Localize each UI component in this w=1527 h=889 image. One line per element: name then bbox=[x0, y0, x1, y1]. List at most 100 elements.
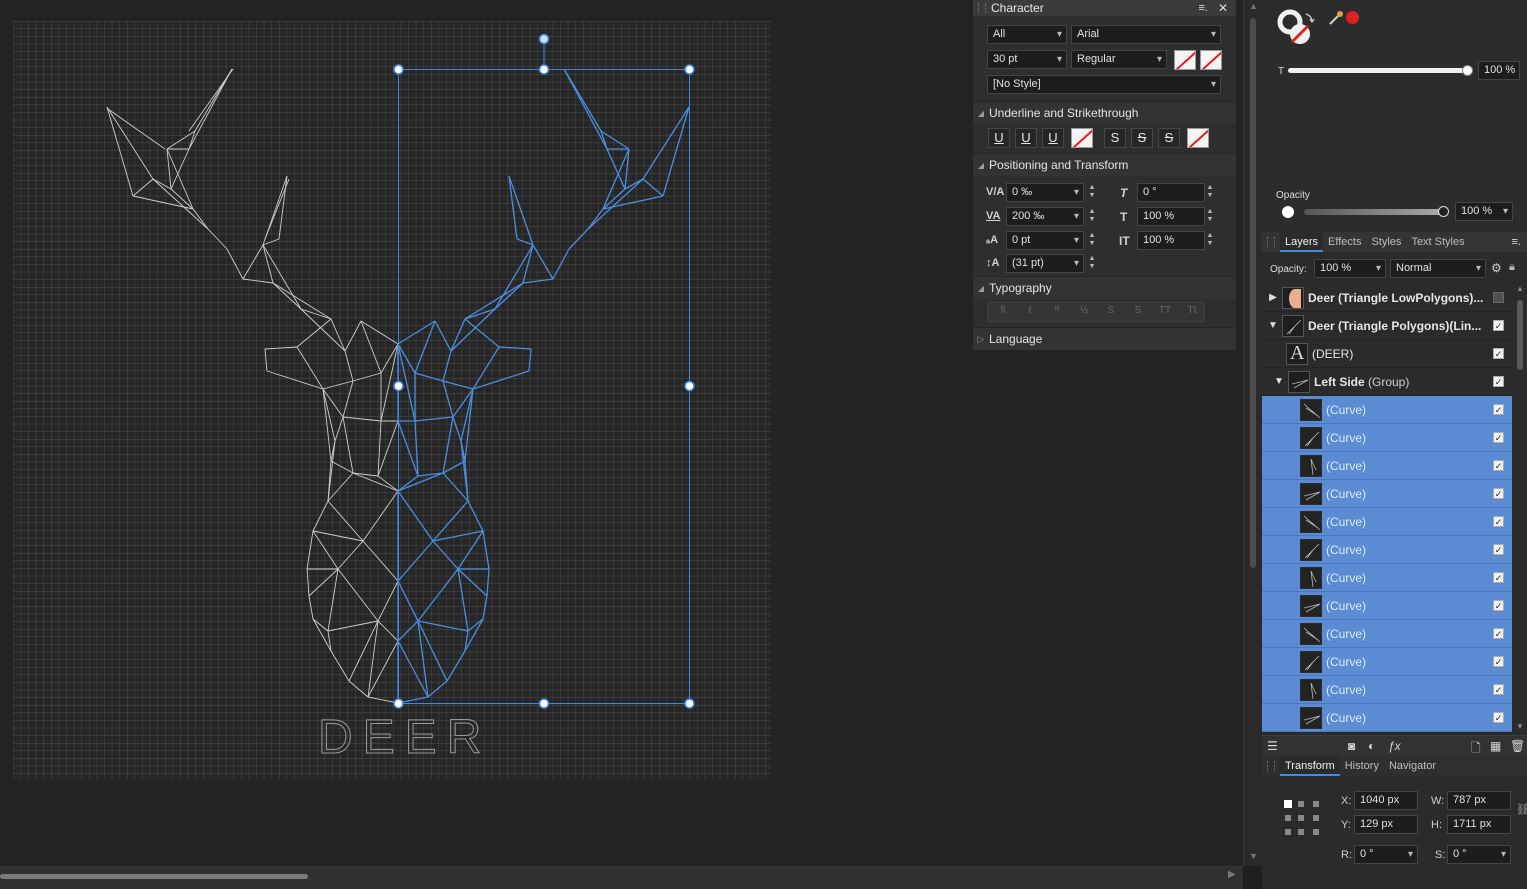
scroll-down-icon[interactable]: ▼ bbox=[1249, 851, 1258, 861]
panel-grip-icon[interactable] bbox=[1267, 237, 1275, 247]
scroll-up-icon[interactable]: ▲ bbox=[1249, 1, 1258, 11]
layer-row-curve[interactable]: (Curve) ✓ bbox=[1262, 592, 1512, 620]
panel-grip-icon[interactable] bbox=[978, 3, 986, 13]
typography-button[interactable]: Tt bbox=[1181, 305, 1203, 320]
visibility-checkbox[interactable]: ✓ bbox=[1493, 572, 1504, 583]
strikethrough-button[interactable]: S bbox=[1104, 128, 1126, 148]
typography-button[interactable]: ½ bbox=[1073, 305, 1095, 320]
typography-button[interactable]: TT bbox=[1154, 305, 1176, 320]
tint-slider-handle[interactable] bbox=[1462, 65, 1473, 76]
expand-icon[interactable]: ▶ bbox=[1264, 292, 1282, 303]
section-typography[interactable]: ◢ Typography bbox=[973, 276, 1236, 299]
lock-icon[interactable]: 🔒︎ bbox=[1509, 261, 1515, 274]
fill-stroke-swatch-icon[interactable] bbox=[1276, 8, 1322, 52]
character-panel-titlebar[interactable]: Character ≡. ✕ bbox=[973, 0, 1236, 16]
visibility-checkbox[interactable]: ✓ bbox=[1493, 376, 1504, 387]
visibility-checkbox[interactable]: ✓ bbox=[1493, 656, 1504, 667]
shear-transform-field[interactable]: 0 ° bbox=[1447, 845, 1511, 864]
mask-icon[interactable]: ◙ bbox=[1348, 739, 1355, 753]
text-fill-color-swatch[interactable] bbox=[1174, 50, 1196, 70]
horizontal-scrollbar[interactable]: ▶ bbox=[0, 866, 1243, 889]
double-strikethrough-button[interactable]: S bbox=[1131, 128, 1153, 148]
layers-scrollbar[interactable]: ▲ ▼ bbox=[1515, 284, 1525, 735]
visibility-checkbox[interactable]: ✓ bbox=[1493, 600, 1504, 611]
layer-opacity-dropdown[interactable]: 100 % bbox=[1314, 259, 1386, 278]
tint-value-field[interactable]: 100 % bbox=[1478, 61, 1520, 80]
scroll-right-icon[interactable]: ▶ bbox=[1228, 869, 1236, 880]
deer-text[interactable]: DEER bbox=[318, 711, 491, 765]
visibility-checkbox[interactable]: ✓ bbox=[1493, 544, 1504, 555]
y-field[interactable]: 129 px bbox=[1354, 815, 1418, 834]
baseline-shift-field[interactable]: 0 pt bbox=[1006, 231, 1084, 250]
layer-row[interactable]: ▼ Left Side (Group) ✓ bbox=[1262, 368, 1512, 396]
layer-row[interactable]: ▼ Deer (Triangle Polygons)(Lin... ✓ bbox=[1262, 312, 1512, 340]
tint-slider[interactable] bbox=[1288, 65, 1473, 76]
visibility-checkbox[interactable]: ✓ bbox=[1493, 516, 1504, 527]
vertical-scale-field[interactable]: 100 % bbox=[1137, 207, 1205, 226]
collapse-icon[interactable]: ▼ bbox=[1270, 376, 1288, 387]
underline-color-swatch[interactable] bbox=[1071, 128, 1093, 148]
opacity-slider[interactable] bbox=[1304, 206, 1449, 217]
layers-stack-icon[interactable]: ☰ bbox=[1267, 739, 1278, 753]
tab-layers[interactable]: Layers bbox=[1280, 232, 1324, 252]
character-style-dropdown[interactable]: [No Style] bbox=[987, 75, 1221, 94]
tab-navigator[interactable]: Navigator bbox=[1384, 756, 1441, 776]
visibility-checkbox[interactable]: ✓ bbox=[1493, 488, 1504, 499]
visibility-checkbox[interactable]: ✓ bbox=[1493, 684, 1504, 695]
gear-icon[interactable]: ⚙ bbox=[1491, 261, 1502, 275]
tab-text-styles[interactable]: Text Styles bbox=[1406, 232, 1469, 252]
current-color-swatch[interactable] bbox=[1346, 11, 1359, 24]
layer-row-curve[interactable]: (Curve) ✓ bbox=[1262, 452, 1512, 480]
artboard[interactable]: DEER bbox=[13, 21, 771, 779]
fx-icon[interactable]: ƒx bbox=[1388, 739, 1401, 753]
visibility-checkbox[interactable]: ✓ bbox=[1493, 348, 1504, 359]
panel-menu-icon[interactable]: ≡. bbox=[1198, 2, 1207, 14]
baseline-shift-spinner[interactable]: ▲ ▼ bbox=[1087, 232, 1097, 251]
kerning-field[interactable]: 200 ‰ bbox=[1006, 207, 1084, 226]
height-field[interactable]: 1711 px bbox=[1447, 815, 1511, 834]
layer-row-curve[interactable]: (Curve) ✓ bbox=[1262, 704, 1512, 732]
width-field[interactable]: 787 px bbox=[1447, 791, 1511, 810]
layer-row-curve[interactable]: (Curve) ✓ bbox=[1262, 676, 1512, 704]
anchor-point-selector[interactable] bbox=[1284, 800, 1322, 838]
color-picker-icon[interactable] bbox=[1328, 10, 1344, 26]
blend-mode-dropdown[interactable]: Normal bbox=[1390, 259, 1486, 278]
section-positioning[interactable]: ◢ Positioning and Transform bbox=[973, 153, 1236, 176]
group-icon[interactable]: ▦ bbox=[1490, 739, 1501, 753]
visibility-checkbox[interactable]: ✓ bbox=[1493, 628, 1504, 639]
typography-button[interactable]: fi bbox=[992, 305, 1014, 320]
adjustment-icon[interactable]: ◐ bbox=[1368, 739, 1375, 753]
underline-style-button[interactable]: U bbox=[1042, 128, 1064, 148]
layer-row-curve[interactable]: (Curve) ✓ bbox=[1262, 536, 1512, 564]
scroll-down-icon[interactable]: ▼ bbox=[1516, 722, 1524, 731]
vertical-scrollbar[interactable]: ▲ ▼ bbox=[1243, 0, 1262, 866]
layer-row-curve[interactable]: (Curve) ✓ bbox=[1262, 424, 1512, 452]
typography-button[interactable]: S bbox=[1127, 305, 1149, 320]
font-family-dropdown[interactable]: Arial bbox=[1071, 25, 1221, 44]
trash-icon[interactable]: 🗑︎ bbox=[1510, 739, 1525, 753]
visibility-checkbox[interactable] bbox=[1493, 292, 1504, 303]
visibility-checkbox[interactable]: ✓ bbox=[1493, 404, 1504, 415]
tab-transform[interactable]: Transform bbox=[1280, 756, 1340, 776]
section-language[interactable]: ▷ Language bbox=[973, 327, 1236, 350]
section-underline[interactable]: ◢ Underline and Strikethrough bbox=[973, 101, 1236, 124]
layer-list[interactable]: ▶ Deer (Triangle LowPolygons)... ▼ Deer (Tr… bbox=[1262, 284, 1512, 735]
layer-row-curve[interactable]: (Curve) ✓ bbox=[1262, 620, 1512, 648]
double-underline-button[interactable]: U bbox=[1015, 128, 1037, 148]
shear-field[interactable]: 0 ° bbox=[1137, 183, 1205, 202]
visibility-checkbox[interactable]: ✓ bbox=[1493, 712, 1504, 723]
font-size-field[interactable]: 30 pt bbox=[987, 50, 1067, 69]
leading-spinner[interactable]: ▲ ▼ bbox=[1087, 255, 1097, 274]
scope-dropdown[interactable]: All bbox=[987, 25, 1067, 44]
layer-row-curve[interactable]: (Curve) ✓ bbox=[1262, 396, 1512, 424]
visibility-checkbox[interactable]: ✓ bbox=[1493, 320, 1504, 331]
shear-spinner[interactable]: ▲ ▼ bbox=[1205, 184, 1215, 203]
horizontal-scale-spinner[interactable]: ▲ ▼ bbox=[1205, 232, 1215, 251]
collapse-icon[interactable]: ▼ bbox=[1264, 320, 1282, 331]
layers-scrollbar-thumb[interactable] bbox=[1517, 300, 1523, 370]
tracking-field[interactable]: 0 ‰ bbox=[1006, 183, 1084, 202]
rotation-field[interactable]: 0 ° bbox=[1354, 845, 1418, 864]
layer-row-curve[interactable]: (Curve) ✓ bbox=[1262, 508, 1512, 536]
strikethrough-style-button[interactable]: S bbox=[1158, 128, 1180, 148]
layer-row-curve[interactable]: (Curve) ✓ bbox=[1262, 564, 1512, 592]
